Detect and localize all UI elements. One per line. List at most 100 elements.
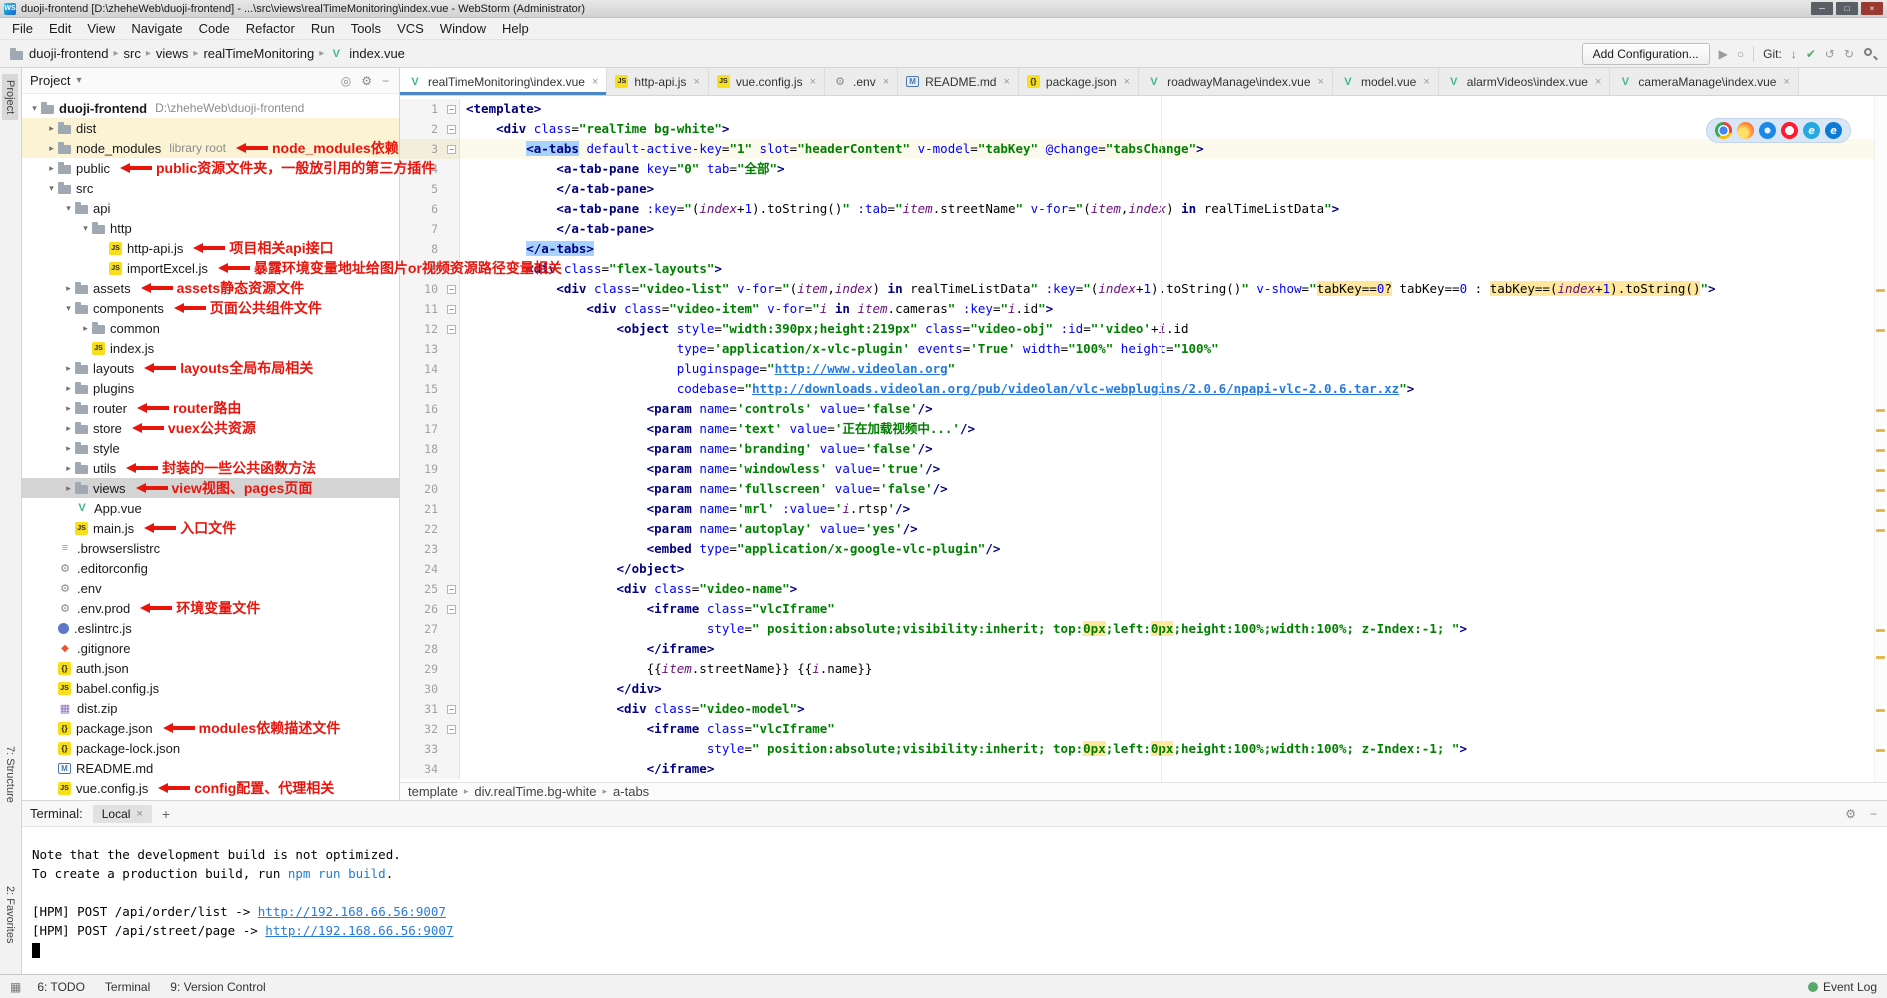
terminal-settings-icon[interactable]: ⚙ bbox=[1843, 807, 1858, 821]
tree-item-plugins[interactable]: ▸plugins bbox=[22, 378, 399, 398]
tree-item-package-lock.json[interactable]: {}package-lock.json bbox=[22, 738, 399, 758]
close-tab-icon[interactable]: × bbox=[1318, 76, 1324, 88]
menu-run[interactable]: Run bbox=[303, 21, 343, 36]
tree-item-vue.config.js[interactable]: JSvue.config.jsconfig配置、代理相关 bbox=[22, 778, 399, 798]
code-line-7[interactable]: 7 </a-tab-pane> bbox=[400, 219, 1887, 239]
code-line-9[interactable]: 9− <div class="flex-layouts"> bbox=[400, 259, 1887, 279]
close-tab-icon[interactable]: × bbox=[810, 76, 816, 88]
settings-gear-icon[interactable]: ⚙ bbox=[359, 74, 374, 88]
close-tab-icon[interactable]: × bbox=[1783, 76, 1789, 88]
code-line-1[interactable]: 1−<template> bbox=[400, 99, 1887, 119]
tree-item-App.vue[interactable]: VApp.vue bbox=[22, 498, 399, 518]
close-tab-icon[interactable]: × bbox=[883, 76, 889, 88]
code-line-3[interactable]: 3− <a-tabs default-active-key="1" slot="… bbox=[400, 139, 1887, 159]
close-tab-icon[interactable]: × bbox=[1595, 76, 1601, 88]
tree-item-views[interactable]: ▸viewsview视图、pages页面 bbox=[22, 478, 399, 498]
git-rollback-icon[interactable]: ↻ bbox=[1844, 47, 1854, 61]
close-tab-icon[interactable]: × bbox=[1423, 76, 1429, 88]
fold-marker[interactable]: − bbox=[444, 599, 460, 619]
code-line-27[interactable]: 27 style=" position:absolute;visibility:… bbox=[400, 619, 1887, 639]
stripe-mark[interactable] bbox=[1876, 449, 1885, 452]
fold-marker[interactable]: − bbox=[444, 279, 460, 299]
close-icon[interactable]: × bbox=[136, 808, 142, 820]
fold-marker[interactable]: − bbox=[444, 99, 460, 119]
menu-code[interactable]: Code bbox=[191, 21, 238, 36]
close-tab-icon[interactable]: × bbox=[592, 76, 598, 88]
breadcrumb-item-views[interactable]: views bbox=[156, 46, 189, 61]
new-terminal-icon[interactable]: + bbox=[162, 806, 170, 822]
edge-browser-icon[interactable]: e bbox=[1825, 122, 1842, 139]
close-tab-icon[interactable]: × bbox=[693, 76, 699, 88]
breadcrumb-item-index.vue[interactable]: index.vue bbox=[349, 46, 405, 61]
editor-tab-package.json[interactable]: {}package.json× bbox=[1019, 68, 1139, 95]
close-tab-icon[interactable]: × bbox=[1003, 76, 1009, 88]
chevron-collapsed-icon[interactable]: ▸ bbox=[62, 423, 75, 434]
code-line-20[interactable]: 20 <param name='fullscreen' value='false… bbox=[400, 479, 1887, 499]
tree-item-api[interactable]: ▾api bbox=[22, 198, 399, 218]
code-line-6[interactable]: 6 <a-tab-pane :key="(index+1).toString()… bbox=[400, 199, 1887, 219]
stripe-mark[interactable] bbox=[1876, 409, 1885, 412]
tree-item-assets[interactable]: ▸assetsassets静态资源文件 bbox=[22, 278, 399, 298]
stripe-mark[interactable] bbox=[1876, 329, 1885, 332]
code-line-22[interactable]: 22 <param name='autoplay' value='yes'/> bbox=[400, 519, 1887, 539]
code-line-24[interactable]: 24 </object> bbox=[400, 559, 1887, 579]
fold-marker[interactable]: − bbox=[444, 319, 460, 339]
fold-marker[interactable]: − bbox=[444, 699, 460, 719]
editor-tab-http-api.js[interactable]: JShttp-api.js× bbox=[607, 68, 708, 95]
chevron-collapsed-icon[interactable]: ▸ bbox=[62, 283, 75, 294]
stripe-mark[interactable] bbox=[1876, 709, 1885, 712]
fold-marker[interactable]: − bbox=[444, 299, 460, 319]
fold-marker[interactable]: − bbox=[444, 719, 460, 739]
chevron-collapsed-icon[interactable]: ▸ bbox=[45, 123, 58, 134]
editor-tab-README.md[interactable]: MREADME.md× bbox=[898, 68, 1019, 95]
tree-item-src[interactable]: ▾src bbox=[22, 178, 399, 198]
breadcrumb-item-duoji-frontend[interactable]: duoji-frontend bbox=[29, 46, 109, 61]
close-tab-icon[interactable]: × bbox=[1124, 76, 1130, 88]
menu-refactor[interactable]: Refactor bbox=[238, 21, 303, 36]
chrome-browser-icon[interactable] bbox=[1715, 122, 1732, 139]
chevron-collapsed-icon[interactable]: ▸ bbox=[79, 323, 92, 334]
code-line-17[interactable]: 17 <param name='text' value='正在加载视频中...'… bbox=[400, 419, 1887, 439]
code-line-32[interactable]: 32− <iframe class="vlcIframe" bbox=[400, 719, 1887, 739]
add-configuration-button[interactable]: Add Configuration... bbox=[1582, 43, 1710, 65]
editor-breadcrumb-a-tabs[interactable]: a-tabs bbox=[613, 784, 649, 799]
code-line-8[interactable]: 8 </a-tabs> bbox=[400, 239, 1887, 259]
code-line-2[interactable]: 2− <div class="realTime bg-white"> bbox=[400, 119, 1887, 139]
close-button[interactable]: × bbox=[1861, 2, 1883, 15]
tree-item-dist.zip[interactable]: ▦dist.zip bbox=[22, 698, 399, 718]
editor-breadcrumb-div.realTime.bg-white[interactable]: div.realTime.bg-white bbox=[474, 784, 596, 799]
menu-vcs[interactable]: VCS bbox=[389, 21, 432, 36]
stripe-mark[interactable] bbox=[1876, 629, 1885, 632]
chevron-collapsed-icon[interactable]: ▸ bbox=[45, 163, 58, 174]
code-line-34[interactable]: 34 </iframe> bbox=[400, 759, 1887, 779]
code-line-26[interactable]: 26− <iframe class="vlcIframe" bbox=[400, 599, 1887, 619]
code-line-12[interactable]: 12− <object style="width:390px;height:21… bbox=[400, 319, 1887, 339]
code-line-30[interactable]: 30 </div> bbox=[400, 679, 1887, 699]
code-line-11[interactable]: 11− <div class="video-item" v-for="i in … bbox=[400, 299, 1887, 319]
editor-breadcrumb-template[interactable]: template bbox=[408, 784, 458, 799]
chevron-collapsed-icon[interactable]: ▸ bbox=[62, 363, 75, 374]
code-line-25[interactable]: 25− <div class="video-name"> bbox=[400, 579, 1887, 599]
tree-item-auth.json[interactable]: {}auth.json bbox=[22, 658, 399, 678]
terminal-output[interactable]: Note that the development build is not o… bbox=[22, 827, 1887, 974]
tree-item-http[interactable]: ▾http bbox=[22, 218, 399, 238]
code-line-28[interactable]: 28 </iframe> bbox=[400, 639, 1887, 659]
chevron-collapsed-icon[interactable]: ▸ bbox=[62, 443, 75, 454]
menu-help[interactable]: Help bbox=[494, 21, 537, 36]
code-line-5[interactable]: 5 </a-tab-pane> bbox=[400, 179, 1887, 199]
code-line-4[interactable]: 4 <a-tab-pane key="0" tab="全部"> bbox=[400, 159, 1887, 179]
tree-item-babel.config.js[interactable]: JSbabel.config.js bbox=[22, 678, 399, 698]
tree-item-.gitignore[interactable]: ◆.gitignore bbox=[22, 638, 399, 658]
code-line-15[interactable]: 15 codebase="http://downloads.videolan.o… bbox=[400, 379, 1887, 399]
code-line-29[interactable]: 29 {{item.streetName}} {{i.name}} bbox=[400, 659, 1887, 679]
code-line-19[interactable]: 19 <param name='windowless' value='true'… bbox=[400, 459, 1887, 479]
fold-marker[interactable]: − bbox=[444, 139, 460, 159]
tree-item-components[interactable]: ▾components页面公共组件文件 bbox=[22, 298, 399, 318]
stripe-mark[interactable] bbox=[1876, 509, 1885, 512]
tree-item-node_modules[interactable]: ▸node_moduleslibrary rootnode_modules依赖 bbox=[22, 138, 399, 158]
tree-item-router[interactable]: ▸routerrouter路由 bbox=[22, 398, 399, 418]
code-line-21[interactable]: 21 <param name='mrl' :value='i.rtsp'/> bbox=[400, 499, 1887, 519]
code-line-16[interactable]: 16 <param name='controls' value='false'/… bbox=[400, 399, 1887, 419]
menu-file[interactable]: File bbox=[4, 21, 41, 36]
tree-item-.env.prod[interactable]: ⚙.env.prod环境变量文件 bbox=[22, 598, 399, 618]
